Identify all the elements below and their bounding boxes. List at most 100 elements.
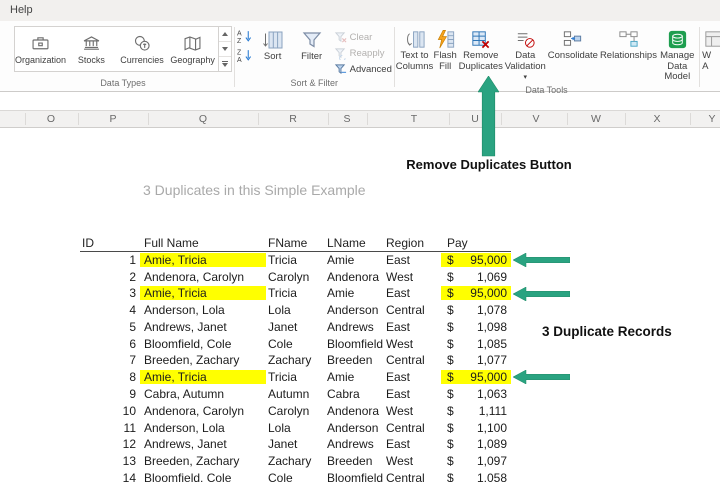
- cell-full-name[interactable]: Amie, Tricia: [140, 286, 266, 300]
- cell-full-name[interactable]: Breeden, Zachary: [140, 454, 266, 468]
- gallery-up-icon[interactable]: [219, 27, 231, 42]
- cell-pay[interactable]: $95,000: [441, 370, 511, 384]
- cell-region[interactable]: East: [384, 370, 441, 384]
- clear-filter-button[interactable]: Clear: [334, 30, 392, 44]
- cell-lname[interactable]: Breeden: [325, 454, 384, 468]
- cell-pay[interactable]: $1,098: [441, 320, 511, 334]
- cell-fname[interactable]: Lola: [266, 303, 325, 317]
- cell-full-name[interactable]: Anderson, Lola: [140, 303, 266, 317]
- cell-id[interactable]: 14: [80, 471, 140, 482]
- organization-button[interactable]: Organization: [15, 27, 66, 71]
- cell-lname[interactable]: Anderson: [325, 303, 384, 317]
- sort-button[interactable]: Sort: [256, 26, 290, 63]
- column-letter[interactable]: O: [42, 113, 60, 125]
- cell-id[interactable]: 7: [80, 353, 140, 367]
- gallery-down-icon[interactable]: [219, 42, 231, 57]
- cell-id[interactable]: 5: [80, 320, 140, 334]
- cell-full-name[interactable]: Anderson, Lola: [140, 421, 266, 435]
- column-letter[interactable]: X: [648, 113, 666, 125]
- header-pay[interactable]: Pay: [441, 236, 511, 250]
- geography-button[interactable]: Geography: [167, 27, 218, 71]
- cell-id[interactable]: 4: [80, 303, 140, 317]
- header-fname[interactable]: FName: [266, 236, 325, 250]
- column-letter[interactable]: W: [587, 113, 605, 125]
- cell-fname[interactable]: Cole: [266, 471, 325, 482]
- cell-fname[interactable]: Lola: [266, 421, 325, 435]
- cell-fname[interactable]: Janet: [266, 437, 325, 451]
- column-letter[interactable]: T: [405, 113, 423, 125]
- cell-region[interactable]: Central: [384, 471, 441, 482]
- cell-region[interactable]: Central: [384, 421, 441, 435]
- gallery-more-icon[interactable]: [219, 57, 231, 71]
- cell-id[interactable]: 2: [80, 270, 140, 284]
- cell-pay[interactable]: $1,085: [441, 337, 511, 351]
- header-full-name[interactable]: Full Name: [140, 236, 266, 250]
- manage-data-model-button[interactable]: Manage Data Model: [658, 26, 697, 83]
- cell-region[interactable]: East: [384, 437, 441, 451]
- cell-full-name[interactable]: Bloomfield, Cole: [140, 471, 266, 482]
- cell-id[interactable]: 6: [80, 337, 140, 351]
- remove-duplicates-button[interactable]: Remove Duplicates: [458, 26, 504, 72]
- clipped-button[interactable]: WA: [701, 26, 720, 72]
- cell-lname[interactable]: Breeden: [325, 353, 384, 367]
- cell-fname[interactable]: Tricia: [266, 253, 325, 267]
- cell-region[interactable]: West: [384, 404, 441, 418]
- cell-pay[interactable]: $95,000: [441, 253, 511, 267]
- cell-id[interactable]: 11: [80, 421, 140, 435]
- cell-region[interactable]: West: [384, 454, 441, 468]
- cell-pay[interactable]: $1,100: [441, 421, 511, 435]
- cell-pay[interactable]: $1,089: [441, 437, 511, 451]
- cell-id[interactable]: 13: [80, 454, 140, 468]
- filter-button[interactable]: Filter: [294, 26, 330, 63]
- header-region[interactable]: Region: [384, 236, 441, 250]
- cell-lname[interactable]: Anderson: [325, 421, 384, 435]
- column-letter[interactable]: Y: [703, 113, 720, 125]
- cell-region[interactable]: Central: [384, 303, 441, 317]
- cell-pay[interactable]: $1,063: [441, 387, 511, 401]
- cell-lname[interactable]: Bloomfield: [325, 337, 384, 351]
- text-to-columns-button[interactable]: Text to Columns: [397, 26, 433, 72]
- cell-fname[interactable]: Janet: [266, 320, 325, 334]
- cell-id[interactable]: 10: [80, 404, 140, 418]
- column-letter[interactable]: R: [284, 113, 302, 125]
- stocks-button[interactable]: Stocks: [66, 27, 117, 71]
- cell-id[interactable]: 8: [80, 370, 140, 384]
- data-validation-button[interactable]: Data Validation ▾: [504, 26, 547, 84]
- cell-full-name[interactable]: Amie, Tricia: [140, 370, 266, 384]
- consolidate-button[interactable]: Consolidate: [547, 26, 599, 62]
- column-letter[interactable]: V: [527, 113, 545, 125]
- advanced-filter-button[interactable]: Advanced: [334, 62, 392, 76]
- sort-za-button[interactable]: Z A: [237, 48, 252, 63]
- column-header-row[interactable]: OPQRSTUVWXY: [0, 111, 720, 128]
- column-letter[interactable]: S: [338, 113, 356, 125]
- cell-full-name[interactable]: Cabra, Autumn: [140, 387, 266, 401]
- cell-pay[interactable]: $1,069: [441, 270, 511, 284]
- cell-pay[interactable]: $95,000: [441, 286, 511, 300]
- cell-fname[interactable]: Carolyn: [266, 270, 325, 284]
- cell-fname[interactable]: Carolyn: [266, 404, 325, 418]
- reapply-filter-button[interactable]: Reapply: [334, 46, 392, 60]
- cell-fname[interactable]: Zachary: [266, 454, 325, 468]
- cell-id[interactable]: 9: [80, 387, 140, 401]
- cell-lname[interactable]: Andenora: [325, 404, 384, 418]
- cell-id[interactable]: 1: [80, 253, 140, 267]
- cell-pay[interactable]: $1,078: [441, 303, 511, 317]
- cell-full-name[interactable]: Breeden, Zachary: [140, 353, 266, 367]
- cell-region[interactable]: East: [384, 387, 441, 401]
- cell-region[interactable]: West: [384, 270, 441, 284]
- cell-lname[interactable]: Amie: [325, 253, 384, 267]
- column-letter[interactable]: P: [104, 113, 122, 125]
- cell-full-name[interactable]: Andrews, Janet: [140, 437, 266, 451]
- cell-pay[interactable]: $1,058: [441, 471, 511, 482]
- cell-lname[interactable]: Andrews: [325, 320, 384, 334]
- cell-fname[interactable]: Autumn: [266, 387, 325, 401]
- cell-lname[interactable]: Cabra: [325, 387, 384, 401]
- cell-lname[interactable]: Bloomfield: [325, 471, 384, 482]
- cell-fname[interactable]: Cole: [266, 337, 325, 351]
- currencies-button[interactable]: Currencies: [117, 27, 168, 71]
- cell-region[interactable]: Central: [384, 353, 441, 367]
- cell-full-name[interactable]: Andenora, Carolyn: [140, 270, 266, 284]
- cell-region[interactable]: East: [384, 320, 441, 334]
- cell-fname[interactable]: Zachary: [266, 353, 325, 367]
- cell-lname[interactable]: Amie: [325, 370, 384, 384]
